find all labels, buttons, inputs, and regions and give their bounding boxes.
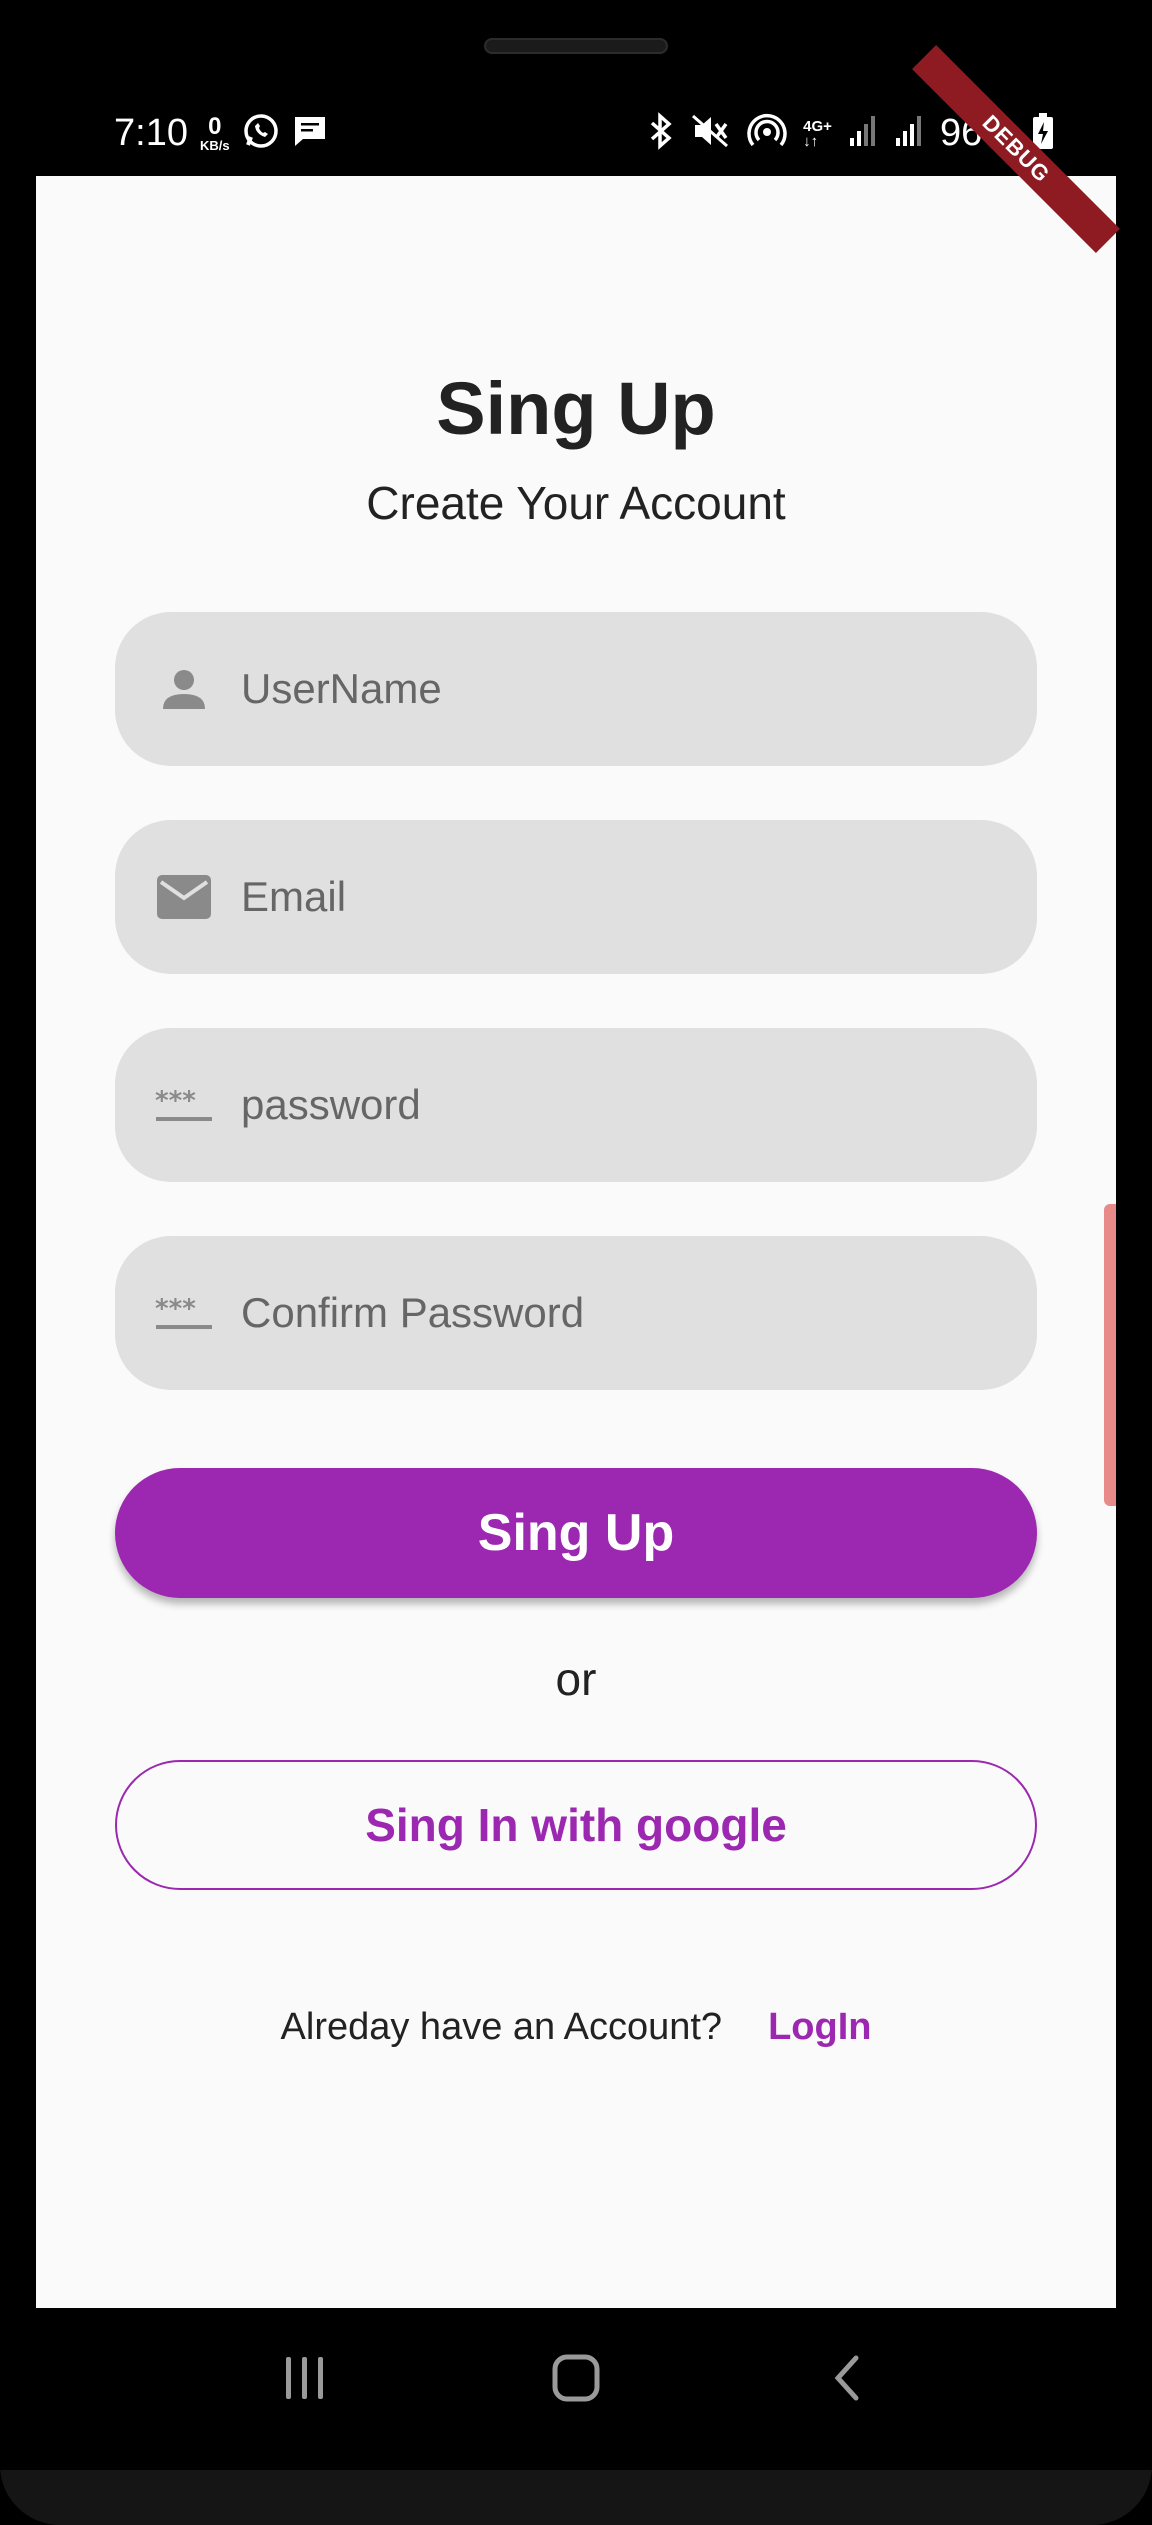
whatsapp-icon (242, 112, 280, 155)
mail-icon (149, 874, 219, 920)
back-icon (834, 2355, 859, 2401)
login-question: Alreday have an Account? (280, 2006, 723, 2048)
data-arrows-icon: ↓↑ (803, 132, 819, 150)
scrollbar-thumb[interactable] (1104, 1204, 1116, 1506)
message-icon (292, 114, 328, 153)
net-speed-indicator: 0 KB/s (199, 113, 230, 153)
status-bar-left: 7:10 0 KB/s (114, 112, 328, 155)
recent-apps-icon (286, 2357, 324, 2399)
mute-icon (691, 112, 731, 155)
svg-text:***: *** (155, 1295, 196, 1324)
network-type: 4G+ ↓↑ (803, 117, 832, 150)
email-field[interactable] (115, 820, 1037, 974)
signup-button[interactable]: Sing Up (115, 1468, 1037, 1598)
bottom-bezel (0, 2470, 1152, 2525)
home-icon (552, 2354, 600, 2402)
status-time: 7:10 (114, 112, 188, 154)
hotspot-icon (747, 112, 787, 155)
person-icon (149, 665, 219, 713)
confirm-password-field[interactable]: *** (115, 1236, 1037, 1390)
password-icon: *** (149, 1295, 219, 1331)
back-button[interactable] (787, 2328, 907, 2428)
bluetooth-icon (647, 112, 675, 155)
signal-icon-sim1 (848, 114, 878, 153)
password-field[interactable]: *** (115, 1028, 1037, 1182)
password-icon: *** (149, 1087, 219, 1123)
login-prompt: Alreday have an Account? LogIn (36, 2006, 1116, 2049)
net-speed-unit: KB/s (199, 138, 230, 153)
google-signin-button[interactable]: Sing In with google (115, 1760, 1037, 1890)
username-input[interactable] (241, 612, 1037, 766)
confirm-password-input[interactable] (241, 1236, 1037, 1390)
system-nav-bar (0, 2308, 1152, 2448)
or-divider-text: or (555, 1653, 597, 1705)
home-button[interactable] (516, 2328, 636, 2428)
phone-frame: 7:10 0 KB/s 4G+ ↓↑ Sing Up Create Your A… (0, 0, 1152, 2525)
signal-icon-sim2 (894, 114, 924, 153)
svg-text:***: *** (155, 1087, 196, 1116)
page-title: Sing Up (436, 367, 716, 450)
login-link[interactable]: LogIn (768, 2006, 871, 2049)
page-subtitle: Create Your Account (366, 477, 786, 529)
recent-apps-button[interactable] (245, 2328, 365, 2428)
net-speed-value: 0 (208, 113, 222, 140)
email-input[interactable] (241, 820, 1037, 974)
password-input[interactable] (241, 1028, 1037, 1182)
earpiece-speaker (484, 38, 668, 54)
username-field[interactable] (115, 612, 1037, 766)
app-screen: Sing Up Create Your Account *** *** (36, 176, 1116, 2308)
